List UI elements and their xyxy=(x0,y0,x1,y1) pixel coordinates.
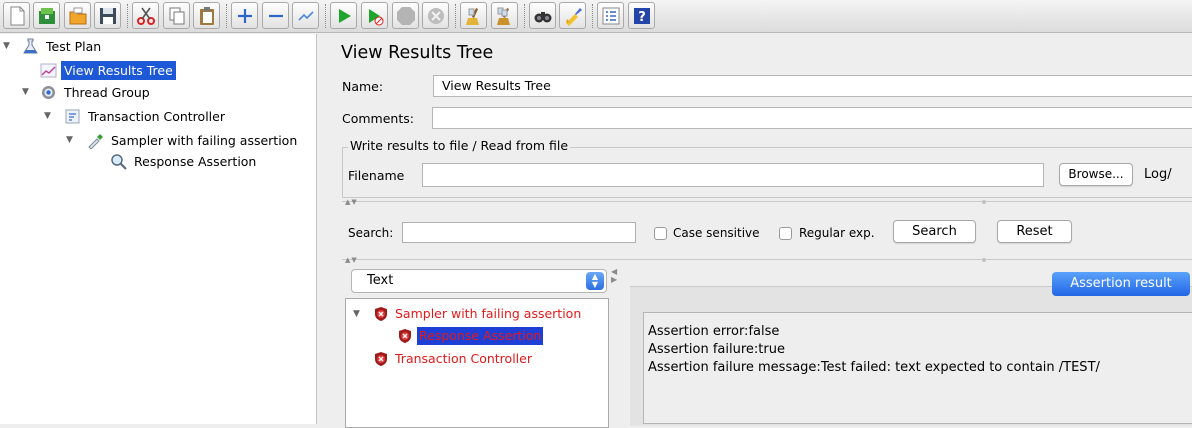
splitter-divider[interactable] xyxy=(342,259,1192,260)
tree-node-label: Test Plan xyxy=(46,39,102,54)
tree-node-sampler[interactable]: Sampler with failing assertion xyxy=(87,131,317,150)
help-icon[interactable]: ? xyxy=(628,2,655,29)
reset-search-icon[interactable] xyxy=(559,2,586,29)
templates-icon[interactable] xyxy=(33,2,60,29)
tree-node-label: Transaction Controller xyxy=(88,109,225,124)
chart-icon xyxy=(40,63,57,78)
error-shield-icon xyxy=(375,307,387,321)
tree-node-label: Response Assertion xyxy=(134,154,257,169)
file-group-legend: Write results to file / Read from file xyxy=(348,138,571,153)
tree-node-test-plan[interactable]: Test Plan xyxy=(22,37,222,56)
case-sensitive-label: Case sensitive xyxy=(673,226,760,240)
tree-node-transaction-controller[interactable]: Transaction Controller xyxy=(64,107,284,126)
stop-icon[interactable] xyxy=(392,2,419,29)
log-label: Log/ xyxy=(1144,167,1172,182)
regex-label: Regular exp. xyxy=(799,226,875,240)
case-sensitive-checkbox[interactable] xyxy=(654,227,667,240)
toolbar-separator xyxy=(455,4,456,28)
tree-node-view-results-tree[interactable]: View Results Tree xyxy=(40,61,240,80)
new-icon[interactable] xyxy=(3,2,30,29)
paste-icon[interactable] xyxy=(193,2,220,29)
magnifier-icon xyxy=(111,154,127,170)
regex-checkbox[interactable] xyxy=(779,227,792,240)
start-icon[interactable] xyxy=(330,2,357,29)
assertion-result-text[interactable]: Assertion error:false Assertion failure:… xyxy=(643,312,1192,424)
expanded-triangle-icon[interactable]: ▼ xyxy=(44,107,51,126)
splitter-grip[interactable] xyxy=(982,200,986,204)
result-node-label: Response Assertion xyxy=(417,327,544,345)
svg-text:?: ? xyxy=(638,10,646,25)
browse-button[interactable]: Browse... xyxy=(1059,163,1133,186)
save-icon[interactable] xyxy=(94,2,121,29)
divider-collapse-icon[interactable]: ◀ ▶ xyxy=(611,268,618,284)
expanded-triangle-icon[interactable]: ▼ xyxy=(22,83,29,102)
search-button[interactable]: Search xyxy=(893,220,976,243)
search-label: Search: xyxy=(348,226,394,240)
comments-field[interactable] xyxy=(432,107,1192,129)
splitter-arrows-icon[interactable]: ▲▼ xyxy=(345,256,358,264)
result-node-label: Transaction Controller xyxy=(395,351,532,366)
gear-icon xyxy=(42,86,55,99)
result-node-transaction-controller[interactable]: Transaction Controller xyxy=(373,350,609,368)
test-plan-icon xyxy=(23,38,38,54)
tree-node-response-assertion[interactable]: Response Assertion xyxy=(110,152,310,171)
select-arrows-icon: ▲ ▼ xyxy=(586,272,604,290)
tree-node-label: View Results Tree xyxy=(61,61,176,80)
cut-icon[interactable] xyxy=(132,2,159,29)
error-shield-icon xyxy=(375,352,387,366)
filename-field[interactable] xyxy=(422,163,1044,187)
expanded-triangle-icon[interactable]: ▼ xyxy=(66,131,73,150)
tab-assertion-result[interactable]: Assertion result xyxy=(1052,272,1190,296)
copy-icon[interactable] xyxy=(163,2,190,29)
expanded-triangle-icon[interactable]: ▼ xyxy=(353,305,360,324)
result-line: Assertion error:false xyxy=(648,324,780,339)
toolbar-separator xyxy=(524,4,525,28)
result-line: Assertion failure:true xyxy=(648,342,785,357)
function-helper-icon[interactable] xyxy=(597,2,624,29)
collapse-icon[interactable] xyxy=(262,2,289,29)
expanded-triangle-icon[interactable]: ▼ xyxy=(3,37,10,56)
filename-label: Filename xyxy=(348,168,405,183)
splitter-divider[interactable] xyxy=(342,201,1192,202)
splitter-grip[interactable] xyxy=(982,258,986,262)
error-shield-icon xyxy=(399,329,411,343)
toolbar-separator xyxy=(592,4,593,28)
name-field[interactable]: View Results Tree xyxy=(433,75,1192,97)
controller-icon xyxy=(65,109,80,124)
clear-icon[interactable] xyxy=(460,2,487,29)
start-no-pauses-icon[interactable] xyxy=(361,2,388,29)
renderer-select[interactable]: Text ▲ ▼ xyxy=(351,269,607,293)
page-title: View Results Tree xyxy=(341,43,494,63)
reset-button[interactable]: Reset xyxy=(997,220,1072,243)
result-node-sampler[interactable]: Sampler with failing assertion xyxy=(373,305,609,323)
toolbar-separator xyxy=(226,4,227,28)
toggle-icon[interactable] xyxy=(292,2,319,29)
search-input[interactable] xyxy=(402,222,636,243)
search-icon[interactable] xyxy=(529,2,556,29)
tree-node-label: Thread Group xyxy=(64,85,150,100)
clear-all-icon[interactable] xyxy=(491,2,518,29)
renderer-select-value: Text xyxy=(367,273,394,288)
result-node-label: Sampler with failing assertion xyxy=(395,306,582,321)
splitter-arrows-icon[interactable]: ▲▼ xyxy=(345,198,358,206)
result-node-response-assertion[interactable]: Response Assertion xyxy=(397,327,597,345)
name-label: Name: xyxy=(342,79,384,94)
shutdown-icon[interactable] xyxy=(422,2,449,29)
tree-node-thread-group[interactable]: Thread Group xyxy=(40,83,240,102)
toolbar: ? xyxy=(0,0,1192,33)
expand-icon[interactable] xyxy=(231,2,258,29)
pipette-icon xyxy=(88,134,103,149)
toolbar-separator xyxy=(127,4,128,28)
comments-label: Comments: xyxy=(342,111,414,126)
toolbar-separator xyxy=(325,4,326,28)
result-line: Assertion failure message:Test failed: t… xyxy=(648,360,1100,375)
open-icon[interactable] xyxy=(64,2,91,29)
tree-node-label: Sampler with failing assertion xyxy=(111,133,298,148)
